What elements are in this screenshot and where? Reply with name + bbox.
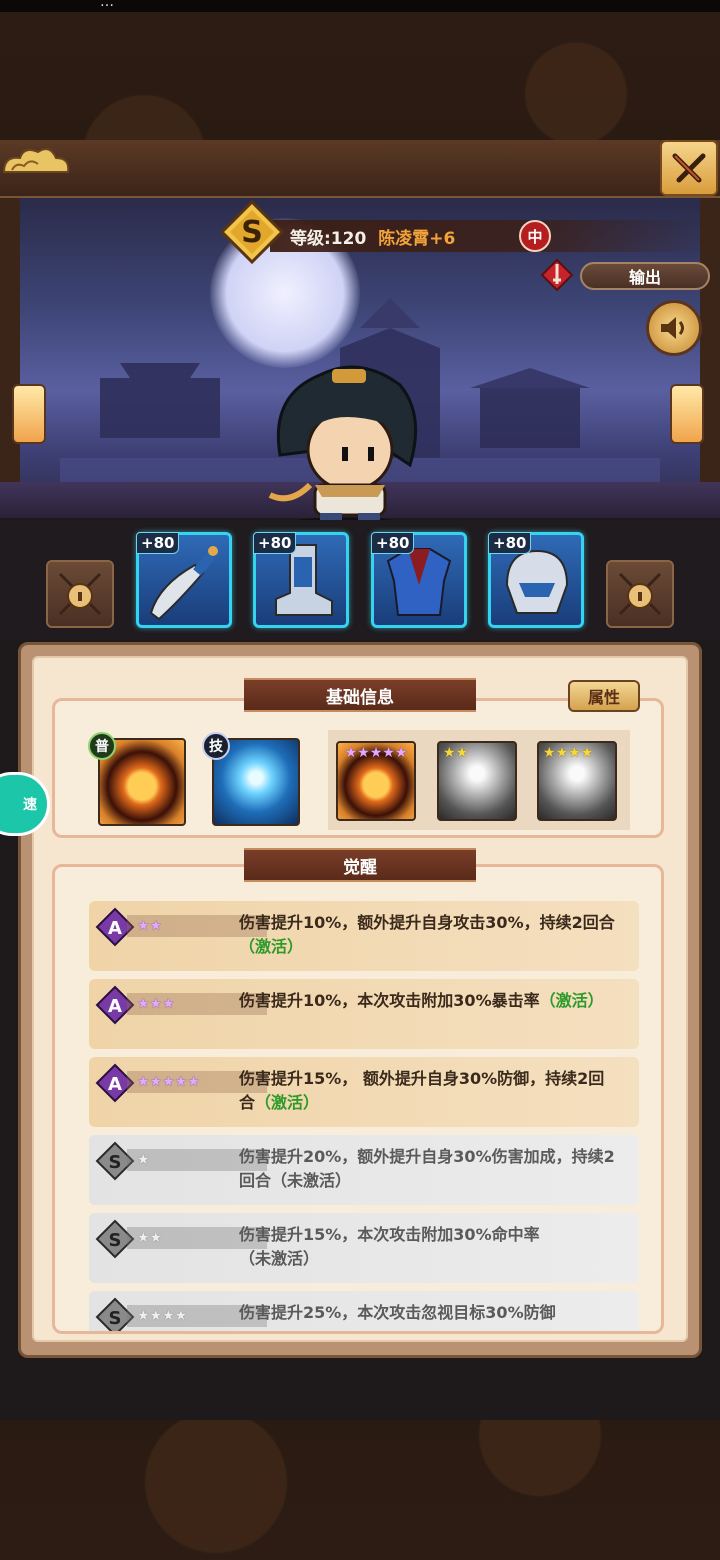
locked-slot-left[interactable] <box>46 560 114 628</box>
awaken-description: 伤害提升10%，本次攻击附加30%暴击率（激活） <box>239 991 604 1010</box>
speaker-icon <box>661 317 684 339</box>
equipment-slot-helmet[interactable]: +80 <box>488 532 584 628</box>
awaken-row[interactable]: S ★ 伤害提升20%，额外提升自身30%伤害加成，持续2回合（未激活） <box>89 1135 639 1205</box>
awaken-description: 伤害提升15%，本次攻击附加30%命中率（未激活） <box>239 1225 540 1268</box>
equipment-plus: +80 <box>371 532 415 554</box>
svg-text:S: S <box>109 1308 122 1329</box>
svg-text:A: A <box>108 1074 122 1095</box>
section-title-basic: 基础信息 <box>244 678 476 712</box>
star-rating: ★★ <box>443 745 469 761</box>
equipment-plus: +80 <box>488 532 532 554</box>
skill-tag-technique: 技 <box>202 732 230 760</box>
equipment-plus: +80 <box>253 532 297 554</box>
awaken-description: 伤害提升25%，本次攻击忽视目标30%防御 <box>239 1303 556 1322</box>
awaken-box: A ★★ 伤害提升10%，额外提升自身攻击30%，持续2回合（激活） A ★★★… <box>52 864 664 1334</box>
level-bar: 等级:120 陈凌霄+6 <box>270 220 710 252</box>
hero-name: 陈凌霄+6 <box>378 228 456 249</box>
awaken-description: 伤害提升10%，额外提升自身攻击30%，持续2回合（激活） <box>239 913 615 956</box>
svg-text:S: S <box>241 215 263 250</box>
close-button[interactable] <box>660 140 718 196</box>
awaken-row[interactable]: A ★★ 伤害提升10%，额外提升自身攻击30%，持续2回合（激活） <box>89 901 639 971</box>
star-rating: ★★★★★ <box>344 745 408 761</box>
sound-button[interactable] <box>646 300 702 356</box>
lock-icon <box>58 572 102 616</box>
hero-character <box>268 365 418 529</box>
awaken-row[interactable]: A ★★★ 伤害提升10%，本次攻击附加30%暴击率（激活） <box>89 979 639 1049</box>
left-pillar <box>0 198 20 518</box>
equipment-slot-boots[interactable]: +80 <box>253 532 349 628</box>
svg-text:A: A <box>108 918 122 939</box>
svg-text:S: S <box>109 1152 122 1173</box>
equipment-plus: +80 <box>136 532 180 554</box>
awaken-row[interactable]: S ★★★★ 伤害提升25%，本次攻击忽视目标30%防御 <box>89 1291 639 1331</box>
close-swords-icon <box>672 153 706 183</box>
left-lantern <box>12 384 46 444</box>
svg-text:S: S <box>109 1230 122 1251</box>
attribute-button[interactable]: 属性 <box>568 680 640 712</box>
star-skill-2[interactable]: ★ ★ <box>437 741 517 821</box>
equipment-slot-armor[interactable]: +80 <box>371 532 467 628</box>
cloud-ornament-icon <box>2 148 70 173</box>
skill-tag-normal: 普 <box>88 732 116 760</box>
star-skill-3[interactable]: ★ ★ ★ ★ <box>537 741 617 821</box>
awaken-row[interactable]: S ★★ 伤害提升15%，本次攻击附加30%命中率（未激活） <box>89 1213 639 1283</box>
awaken-row[interactable]: A ★★★★★ 伤害提升15%， 额外提升自身30%防御，持续2回合（激活） <box>89 1057 639 1127</box>
position-badge: 中 <box>519 220 551 252</box>
svg-text:A: A <box>108 996 122 1017</box>
section-title-awaken: 觉醒 <box>244 848 476 882</box>
grade-s-icon: S <box>220 200 284 264</box>
awaken-description: 伤害提升15%， 额外提升自身30%防御，持续2回合（激活） <box>239 1069 605 1112</box>
awaken-description: 伤害提升20%，额外提升自身30%伤害加成，持续2回合（未激活） <box>239 1147 615 1190</box>
locked-slot-right[interactable] <box>606 560 674 628</box>
star-skill-1[interactable]: ★ ★ ★ ★ ★ <box>336 741 416 821</box>
equipment-slot-weapon[interactable]: +80 <box>136 532 232 628</box>
right-lantern <box>670 384 704 444</box>
level-text: 等级:120 <box>290 228 367 249</box>
header-bar <box>0 140 720 198</box>
status-bar: … <box>0 0 720 12</box>
sword-role-icon <box>540 258 574 292</box>
star-rating: ★★★★ <box>543 745 594 761</box>
role-label: 输出 <box>580 262 710 290</box>
lock-icon <box>618 572 662 616</box>
